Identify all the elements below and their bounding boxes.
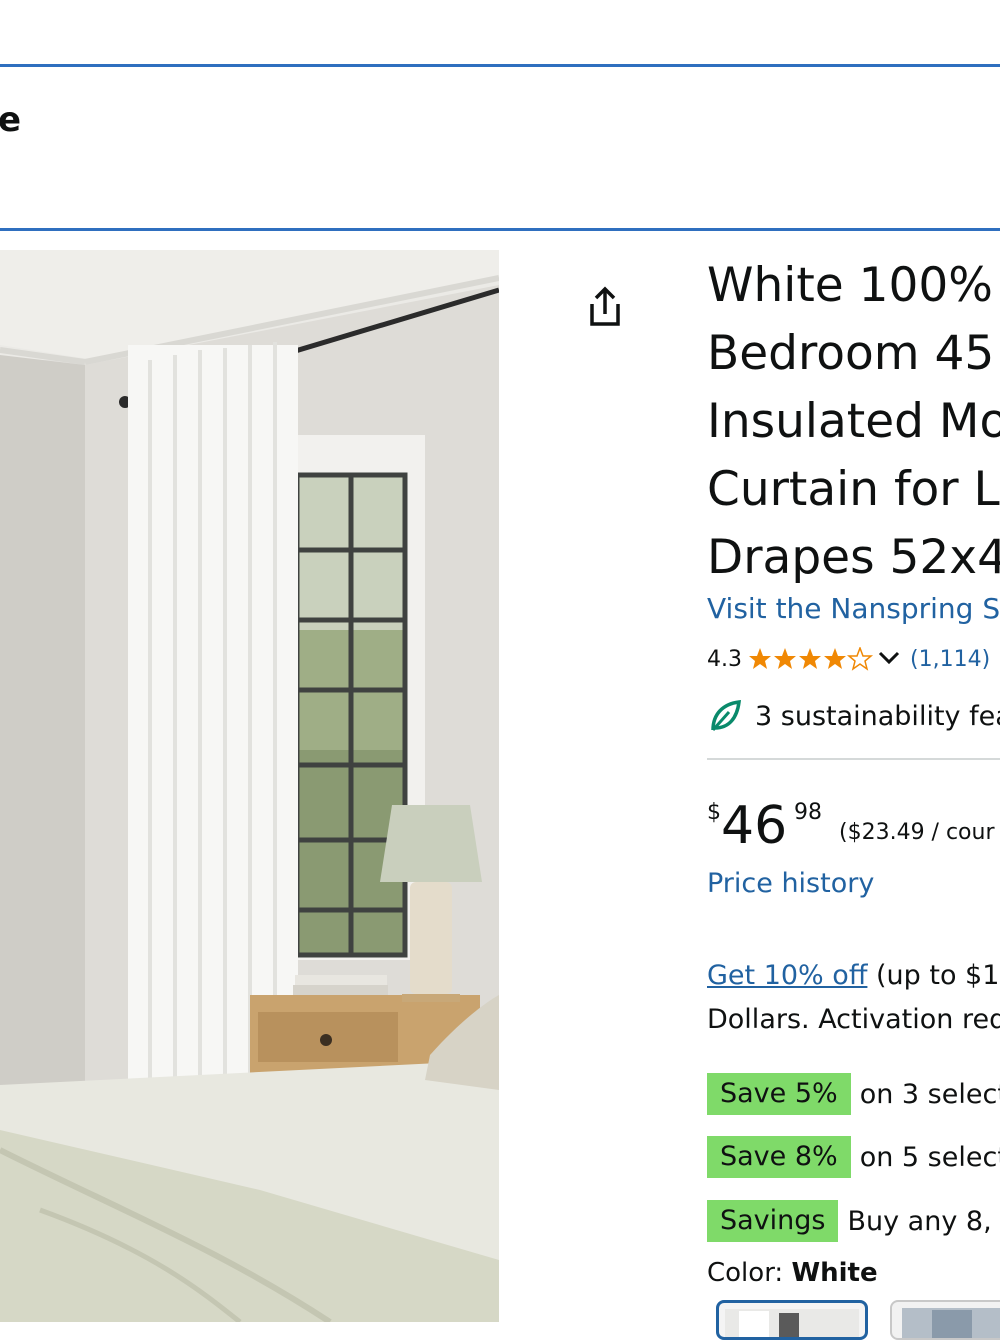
store-link[interactable]: Visit the Nanspring St	[707, 592, 1000, 625]
product-photo	[0, 250, 499, 1322]
color-swatch-white[interactable]	[716, 1300, 868, 1340]
price-currency: $	[707, 800, 721, 825]
title-line: Insulated Mo	[707, 394, 1000, 449]
banner-divider	[0, 228, 1000, 231]
color-label: Color:	[707, 1258, 792, 1288]
title-line: White 100%	[707, 258, 993, 313]
price-history-link[interactable]: Price history	[707, 868, 874, 899]
promo-text: (up to $1	[867, 960, 1000, 991]
sustainability-features[interactable]: 3 sustainability fea	[707, 696, 1000, 736]
share-icon	[590, 286, 620, 326]
promo-line: Get 10% off (up to $1	[707, 960, 999, 991]
product-title: White 100% Bedroom 45 Insulated Mo Curta…	[707, 252, 1000, 592]
color-value: White	[791, 1258, 878, 1288]
title-line: Bedroom 45	[707, 326, 995, 381]
color-swatch-other[interactable]	[890, 1300, 1000, 1340]
title-line: Drapes 52x45	[707, 530, 1000, 585]
chevron-down-icon[interactable]	[878, 647, 900, 672]
savings-row[interactable]: Savings Buy any 8, S	[707, 1200, 1000, 1242]
savings-text: on 5 select	[859, 1141, 1000, 1173]
title-line: Curtain for Li	[707, 462, 1000, 517]
rating-value: 4.3	[707, 646, 742, 672]
star-icon	[749, 647, 874, 671]
save-badge: Save 8%	[707, 1136, 851, 1178]
star-rating[interactable]	[748, 647, 874, 671]
save-badge: Savings	[707, 1200, 839, 1242]
rating-row: 4.3 (1,114)	[707, 642, 990, 676]
review-count-link[interactable]: (1,114)	[910, 647, 990, 672]
savings-text: on 3 select	[859, 1078, 1000, 1110]
banner-text: e	[0, 100, 22, 140]
swatch-thumbnail	[725, 1309, 859, 1337]
color-selector-label: Color: White	[707, 1258, 878, 1288]
savings-row[interactable]: Save 8% on 5 select	[707, 1136, 1000, 1178]
promo-line-2: Dollars. Activation req	[707, 1004, 1000, 1035]
section-divider	[707, 758, 1000, 760]
leaf-icon	[711, 699, 742, 731]
product-image[interactable]	[0, 250, 499, 1322]
share-button[interactable]	[584, 284, 626, 330]
price-whole: 46	[721, 796, 788, 856]
savings-row[interactable]: Save 5% on 3 select	[707, 1073, 1000, 1115]
price-fraction: 98	[794, 800, 822, 825]
promo-link[interactable]: Get 10% off	[707, 960, 867, 991]
price-per-unit: ($23.49 / cour	[839, 820, 995, 845]
top-divider	[0, 64, 1000, 67]
save-badge: Save 5%	[707, 1073, 851, 1115]
savings-text: Buy any 8, S	[847, 1205, 1000, 1237]
sustainability-text: 3 sustainability fea	[755, 700, 1000, 732]
